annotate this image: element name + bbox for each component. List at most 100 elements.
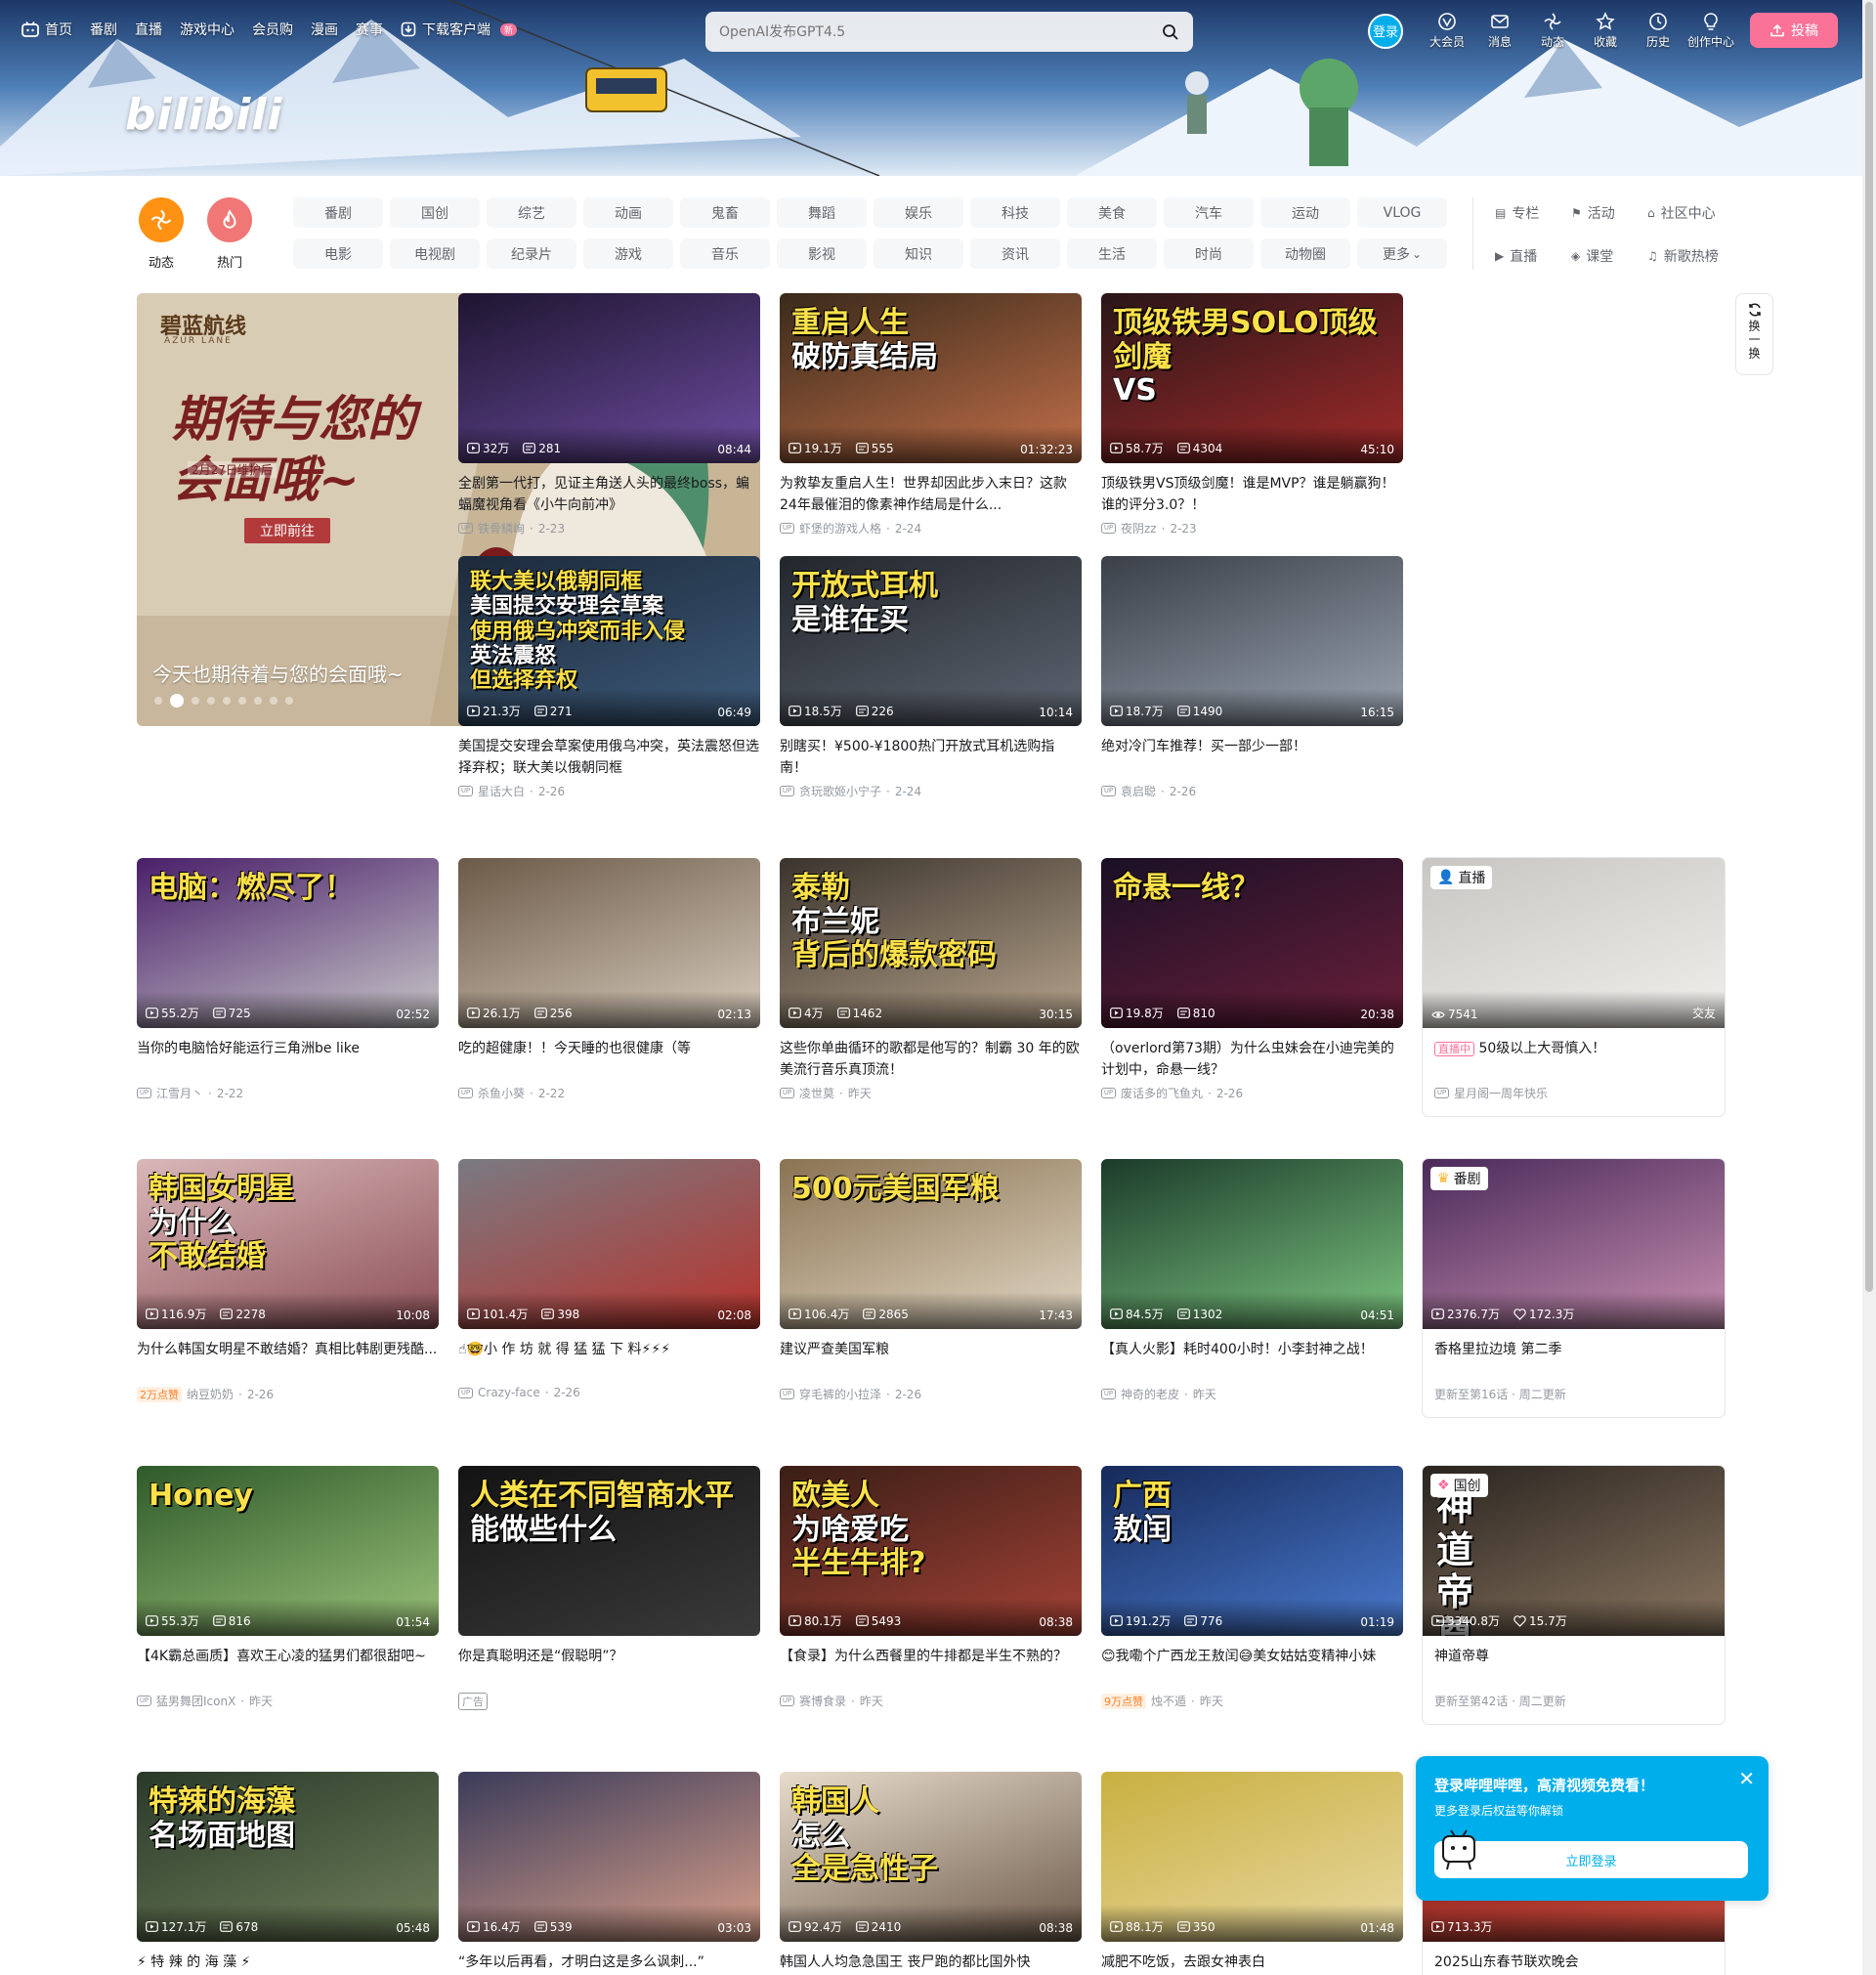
video-title[interactable]: ☝🤓小 作 坊 就 得 猛 猛 下 料⚡⚡⚡ — [458, 1339, 760, 1382]
nav-creator-center[interactable]: 创作中心 — [1684, 12, 1737, 50]
page-scrollbar[interactable] — [1862, 0, 1876, 1975]
uploader-name[interactable]: 穿毛裤的小拉泽 — [799, 1386, 881, 1402]
video-title[interactable]: 【食录】为什么西餐里的牛排都是半生不熟的？ — [780, 1646, 1082, 1689]
channel-23[interactable]: 更多 ⌄ — [1357, 238, 1447, 269]
uploader-name[interactable]: Crazy-face — [478, 1386, 540, 1399]
video-card[interactable]: 88.1万 350 01:48 减肥不吃饭，去跟女神表白 — [1101, 1772, 1403, 1975]
video-card[interactable]: 重启人生 破防真结局 19.1万 555 01:32:23 为救挚友重启人生！世界却因此步… — [780, 293, 1082, 537]
video-title[interactable]: 吃的超健康！！今天睡的也很健康（等 — [458, 1038, 760, 1081]
nav-esports[interactable]: 赛事 — [356, 20, 383, 39]
carousel-dot[interactable] — [223, 697, 231, 705]
bilibili-logo[interactable]: bilibili — [125, 90, 282, 140]
carousel-dot[interactable] — [154, 697, 162, 705]
refresh-button[interactable]: 换一换 — [1735, 293, 1773, 375]
carousel-dot[interactable] — [207, 697, 215, 705]
channel-11[interactable]: VLOG — [1357, 197, 1447, 228]
close-icon[interactable]: ✕ — [1738, 1769, 1755, 1788]
video-title[interactable]: 为救挚友重启人生！世界却因此步入末日？这款24年最催泪的像素神作结局是什么... — [780, 473, 1082, 516]
channel-20[interactable]: 生活 — [1067, 238, 1157, 269]
video-card[interactable]: 电脑：燃尽了！ 55.2万 725 02:52 当你的电脑恰好能运行三角洲be like… — [137, 858, 439, 1101]
video-card[interactable]: 韩国女明星 为什么 不敢结婚 116.9万 2278 10:08 为什么韩国女明星不敢结婚？… — [137, 1159, 439, 1402]
channel-16[interactable]: 音乐 — [680, 238, 770, 269]
carousel-dot[interactable] — [238, 697, 246, 705]
uploader-name[interactable]: 贪玩歌姬小宁子 — [799, 783, 881, 799]
video-title[interactable]: 全剧第一代打，见证主角送人头的最终boss，蝙蝠魔视角看《小牛向前冲》 — [458, 473, 760, 516]
channel-extra-1[interactable]: ⚑ 活动 — [1571, 203, 1647, 223]
video-card[interactable]: 101.4万 398 02:08 ☝🤓小 作 坊 就 得 猛 猛 下 料⚡⚡⚡ UP Cr… — [458, 1159, 760, 1399]
video-title[interactable]: 减肥不吃饭，去跟女神表白 — [1101, 1952, 1403, 1975]
video-title[interactable]: “多年以后再看，才明白这是多么讽刺...” — [458, 1952, 760, 1975]
video-title[interactable]: 建议严查美国军粮 — [780, 1339, 1082, 1382]
uploader-name[interactable]: 袁启聪 — [1121, 783, 1156, 799]
special-title[interactable]: 直播中 50级以上大哥慎入！ — [1423, 1038, 1725, 1081]
uploader-name[interactable]: 神奇的老皮 — [1121, 1386, 1179, 1402]
video-title[interactable]: 【真人火影】耗时400小时！小李封神之战！ — [1101, 1339, 1403, 1382]
video-thumbnail[interactable]: Honey 55.3万 816 01:54 — [137, 1466, 439, 1636]
login-now-button[interactable]: 立即登录 — [1434, 1841, 1748, 1878]
nav-favorites[interactable]: 收藏 — [1579, 12, 1632, 50]
video-title[interactable]: 【4K霸总画质】喜欢王心凌的猛男们都很甜吧~ — [137, 1646, 439, 1689]
channel-4[interactable]: 鬼畜 — [680, 197, 770, 228]
uploader-name[interactable]: 纳豆奶奶 — [187, 1386, 234, 1402]
uploader-name[interactable]: 烛不遁 — [1151, 1693, 1186, 1709]
nav-game-center[interactable]: 游戏中心 — [180, 20, 234, 39]
upload-button[interactable]: 投稿 — [1750, 13, 1838, 48]
carousel-dot[interactable] — [192, 697, 199, 705]
special-card[interactable]: 👤 直播 7541 交友 直播中 50级以上大哥慎入！ UP 星月阁一周年快乐 — [1423, 858, 1725, 1116]
channel-19[interactable]: 资讯 — [970, 238, 1060, 269]
video-card[interactable]: 32万 281 08:44 全剧第一代打，见证主角送人头的最终boss，蝙蝠魔视角看《… — [458, 293, 760, 537]
video-thumbnail[interactable]: 26.1万 256 02:13 — [458, 858, 760, 1028]
video-thumbnail[interactable]: 广西 敖闰 191.2万 776 01:19 — [1101, 1466, 1403, 1636]
special-card[interactable]: ♛ 番剧 2376.7万 172.3万 香格里拉边境 第二季 更新至第16话 · 周二更新 — [1423, 1159, 1725, 1417]
video-title[interactable]: 当你的电脑恰好能运行三角洲be like — [137, 1038, 439, 1081]
special-title[interactable]: 神道帝尊 — [1423, 1646, 1725, 1689]
uploader-name[interactable]: 废话多的飞鱼丸 — [1121, 1085, 1203, 1101]
special-card[interactable]: 神道帝尊❖国创3340.8万15.7万神道帝尊更新至第42话 · 周二更新 — [1423, 1466, 1725, 1724]
special-title[interactable]: 香格里拉边境 第二季 — [1423, 1339, 1725, 1382]
video-card[interactable]: Honey 55.3万 816 01:54 【4K霸总画质】喜欢王心凌的猛男们都很甜吧~… — [137, 1466, 439, 1709]
video-card[interactable]: 顶级铁男SOLO顶级剑魔 VS 58.7万 4304 45:10 顶级铁男VS顶级剑魔！谁… — [1101, 293, 1403, 537]
video-title[interactable]: ⚡ 特 辣 的 海 藻 ⚡ — [137, 1952, 439, 1975]
uploader-name[interactable]: 虾堡的游戏人格 — [799, 520, 881, 537]
video-thumbnail[interactable]: 人类在不同智商水平 能做些什么 — [458, 1466, 760, 1636]
uploader-name[interactable]: 赛博食录 — [799, 1693, 846, 1709]
search-input[interactable] — [719, 23, 1162, 40]
video-card[interactable]: 500元美国军粮 106.4万 2865 17:43 建议严查美国军粮 UP 穿毛裤的小拉泽… — [780, 1159, 1082, 1402]
nav-mall[interactable]: 会员购 — [252, 20, 293, 39]
special-title[interactable]: 2025山东春节联欢晚会 — [1423, 1952, 1725, 1975]
channel-15[interactable]: 游戏 — [583, 238, 673, 269]
channel-17[interactable]: 影视 — [777, 238, 867, 269]
video-thumbnail[interactable]: 韩国人 怎么 全是急性子 92.4万 2410 08:38 — [780, 1772, 1082, 1942]
nav-home[interactable]: 首页 — [21, 20, 72, 39]
video-thumbnail[interactable]: 联大美以俄朝同框 美国提交安理会草案 使用俄乌冲突而非入侵 英法震怒 但选择弃权 21.3… — [458, 556, 760, 726]
channel-dynamic[interactable]: 动态 — [137, 197, 186, 271]
video-card[interactable]: 联大美以俄朝同框 美国提交安理会草案 使用俄乌冲突而非入侵 英法震怒 但选择弃权 21.3… — [458, 556, 760, 799]
channel-extra-5[interactable]: ♫ 新歌热榜 — [1647, 246, 1755, 266]
channel-hot[interactable]: 热门 — [205, 197, 254, 271]
channel-9[interactable]: 汽车 — [1164, 197, 1254, 228]
video-title[interactable]: 你是真聪明还是“假聪明”？ — [458, 1646, 760, 1689]
channel-3[interactable]: 动画 — [583, 197, 673, 228]
channel-22[interactable]: 动物圈 — [1260, 238, 1350, 269]
video-title[interactable]: 顶级铁男VS顶级剑魔！谁是MVP？谁是躺赢狗！谁的评分3.0？！ — [1101, 473, 1403, 516]
uploader-name[interactable]: 铁骨鳞峋 — [478, 520, 525, 537]
video-thumbnail[interactable]: 16.4万 539 03:03 — [458, 1772, 760, 1942]
uploader-name[interactable]: 凌世莫 — [799, 1085, 834, 1101]
video-title[interactable]: 😊我嘞个广西龙王敖闰😅美女姑姑变精神小妹 — [1101, 1646, 1403, 1689]
video-card[interactable]: 26.1万 256 02:13 吃的超健康！！今天睡的也很健康（等 UP 杀鱼小葵 · 2-2… — [458, 858, 760, 1101]
channel-extra-0[interactable]: ▤ 专栏 — [1495, 203, 1571, 223]
video-thumbnail[interactable]: 开放式耳机 是谁在买 18.5万 226 10:14 — [780, 556, 1082, 726]
video-thumbnail[interactable]: 18.7万 1490 16:15 — [1101, 556, 1403, 726]
video-card[interactable]: 18.7万 1490 16:15 绝对冷门车推荐！买一部少一部！ UP 袁启聪 · 2-26 — [1101, 556, 1403, 799]
nav-manga[interactable]: 漫画 — [311, 20, 338, 39]
channel-2[interactable]: 综艺 — [487, 197, 576, 228]
video-card[interactable]: 广西 敖闰 191.2万 776 01:19 😊我嘞个广西龙王敖闰😅美女姑姑变精神小妹 9万… — [1101, 1466, 1403, 1709]
uploader-name[interactable]: 江雪月丶 — [156, 1085, 203, 1101]
video-thumbnail[interactable]: 欧美人 为啥爱吃 半生牛排? 80.1万 5493 08:38 — [780, 1466, 1082, 1636]
search-icon[interactable] — [1162, 23, 1179, 41]
video-title[interactable]: 绝对冷门车推荐！买一部少一部！ — [1101, 736, 1403, 779]
nav-download-client[interactable]: 下载客户端 新 — [401, 20, 518, 39]
login-avatar-button[interactable]: 登录 — [1368, 13, 1403, 49]
uploader-name[interactable]: 猛男舞团IconX — [156, 1693, 235, 1709]
video-title[interactable]: （overlord第73期）为什么虫妹会在小迪完美的计划中，命悬一线？ — [1101, 1038, 1403, 1081]
